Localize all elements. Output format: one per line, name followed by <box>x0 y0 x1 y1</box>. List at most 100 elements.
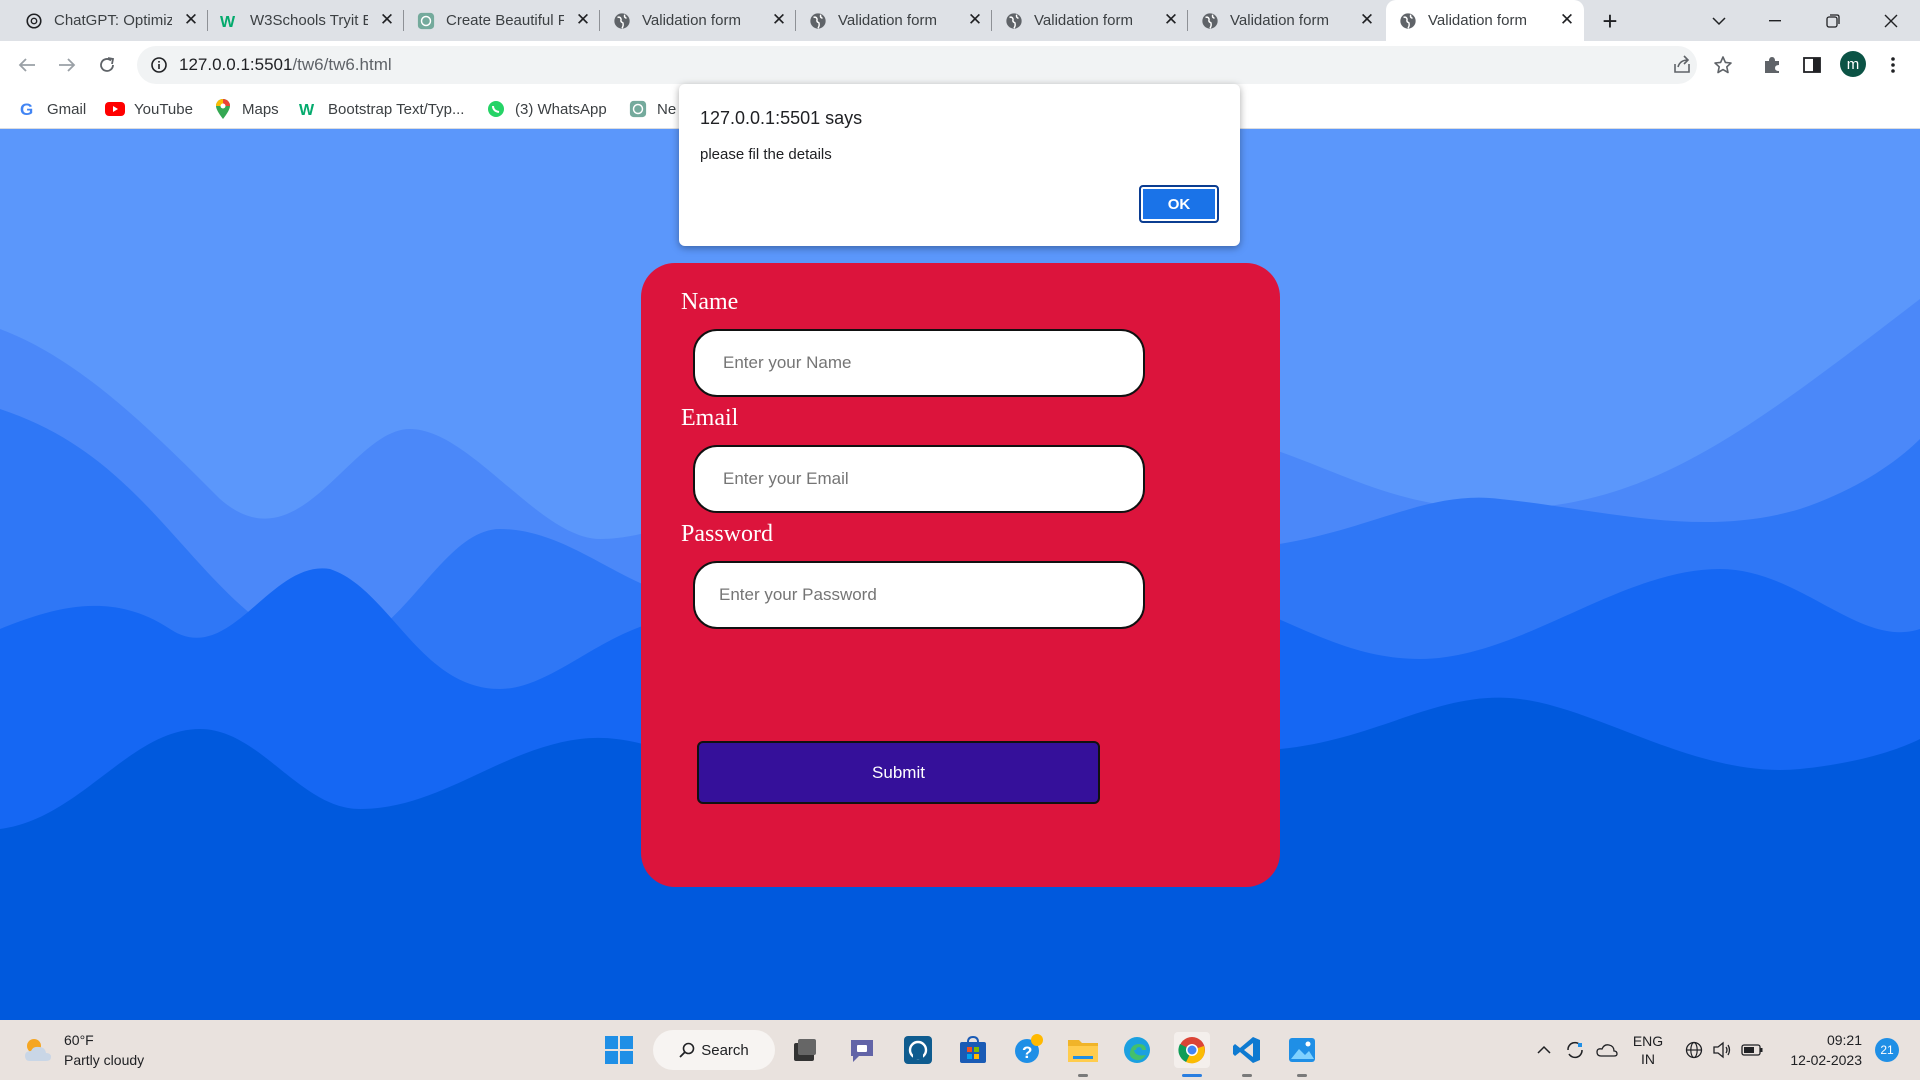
bookmark-label: Ne <box>657 100 677 118</box>
address-bar[interactable]: 127.0.0.1:5501/tw6/tw6.html <box>137 46 1697 84</box>
tab-validation-form[interactable]: Validation form ✕ <box>796 0 992 41</box>
minimize-icon[interactable] <box>1752 0 1798 41</box>
search-icon <box>679 1042 695 1058</box>
weather-text: 60°F Partly cloudy <box>64 1030 144 1070</box>
bookmark-label: (3) WhatsApp <box>515 100 607 118</box>
close-tab-icon[interactable]: ✕ <box>574 10 592 29</box>
language-indicator[interactable]: ENG IN <box>1628 1020 1668 1080</box>
tab-create-beautiful[interactable]: Create Beautiful F ✕ <box>404 0 600 41</box>
battery-icon[interactable] <box>1738 1020 1766 1080</box>
volume-speaker-icon[interactable] <box>1710 1020 1734 1080</box>
windows-start-icon[interactable] <box>601 1032 637 1068</box>
tab-title: Validation form <box>642 12 741 29</box>
password-input[interactable] <box>693 561 1145 629</box>
restore-icon[interactable] <box>1810 0 1856 41</box>
chrome-browser-icon[interactable] <box>1174 1032 1210 1068</box>
bookmark-bootstrap[interactable]: W Bootstrap Text/Typ... <box>299 89 464 129</box>
page-viewport: Name Email Password Submit <box>0 129 1920 1020</box>
submit-button[interactable]: Submit <box>697 741 1100 804</box>
clock[interactable]: 09:21 12-02-2023 <box>1778 1020 1862 1080</box>
get-help-icon[interactable]: ? <box>1010 1032 1046 1068</box>
maps-icon <box>213 99 233 119</box>
search-label: Search <box>701 1041 749 1059</box>
ok-button[interactable]: OK <box>1139 185 1219 223</box>
tab-search-chevron-icon[interactable] <box>1696 0 1742 41</box>
running-indicator <box>1297 1074 1307 1077</box>
tab-title: ChatGPT: Optimiz <box>54 12 172 29</box>
teams-chat-icon[interactable] <box>844 1032 880 1068</box>
weather-widget[interactable]: 60°F Partly cloudy <box>22 1030 144 1070</box>
weather-temp: 60°F <box>64 1032 94 1048</box>
tab-validation-form[interactable]: Validation form ✕ <box>600 0 796 41</box>
w3schools-icon: W <box>299 99 319 119</box>
onedrive-cloud-icon[interactable] <box>1592 1020 1622 1080</box>
w3schools-icon: W <box>220 11 240 31</box>
taskbar-search[interactable]: Search <box>653 1030 775 1070</box>
name-input[interactable] <box>693 329 1145 397</box>
copilot-app-icon[interactable] <box>900 1032 936 1068</box>
notification-badge[interactable]: 21 <box>1872 1020 1902 1080</box>
youtube-icon <box>105 99 125 119</box>
bookmark-gmail[interactable]: G Gmail <box>18 89 86 129</box>
extensions-puzzle-icon[interactable] <box>1758 51 1786 79</box>
microsoft-store-icon[interactable] <box>955 1032 991 1068</box>
close-tab-icon[interactable]: ✕ <box>966 10 984 29</box>
close-window-icon[interactable] <box>1868 0 1914 41</box>
share-icon[interactable] <box>1668 51 1696 79</box>
menu-kebab-icon[interactable] <box>1879 51 1907 79</box>
bookmark-youtube[interactable]: YouTube <box>105 89 193 129</box>
close-tab-icon[interactable]: ✕ <box>378 10 396 29</box>
tab-w3schools[interactable]: W W3Schools Tryit E ✕ <box>208 0 404 41</box>
google-icon: G <box>18 99 38 119</box>
close-tab-icon[interactable]: ✕ <box>1162 10 1180 29</box>
site-info-icon[interactable] <box>149 55 169 75</box>
svg-text:W: W <box>220 14 236 29</box>
vscode-icon[interactable] <box>1229 1032 1265 1068</box>
edge-browser-icon[interactable] <box>1119 1032 1155 1068</box>
tab-title: Validation form <box>1034 12 1133 29</box>
profile-avatar[interactable]: m <box>1840 51 1866 77</box>
bookmark-star-icon[interactable] <box>1709 51 1737 79</box>
globe-icon <box>1200 11 1220 31</box>
running-indicator <box>1078 1074 1088 1077</box>
dialog-message: please fil the details <box>700 146 832 163</box>
clock-date: 12-02-2023 <box>1790 1052 1862 1068</box>
email-input[interactable] <box>693 445 1145 513</box>
photos-app-icon[interactable] <box>1284 1032 1320 1068</box>
bookmark-whatsapp[interactable]: (3) WhatsApp <box>486 89 607 129</box>
notification-count: 21 <box>1875 1038 1899 1062</box>
name-label: Name <box>681 289 739 315</box>
bookmark-openai[interactable]: Ne <box>628 89 676 129</box>
tab-title: Validation form <box>838 12 937 29</box>
globe-icon <box>808 11 828 31</box>
partly-cloudy-icon <box>22 1035 54 1065</box>
close-tab-icon[interactable]: ✕ <box>182 10 200 29</box>
bookmark-maps[interactable]: Maps <box>213 89 279 129</box>
password-label: Password <box>681 521 774 547</box>
task-view-icon[interactable] <box>787 1032 823 1068</box>
file-explorer-icon[interactable] <box>1065 1032 1101 1068</box>
bookmark-label: Gmail <box>47 100 87 118</box>
close-tab-icon[interactable]: ✕ <box>1358 10 1376 29</box>
tab-strip: ChatGPT: Optimiz ✕ W W3Schools Tryit E ✕… <box>0 0 1920 41</box>
side-panel-icon[interactable] <box>1798 51 1826 79</box>
tab-title: Create Beautiful F <box>446 12 564 29</box>
tab-chatgpt[interactable]: ChatGPT: Optimiz ✕ <box>12 0 208 41</box>
tab-validation-form-active[interactable]: Validation form ✕ <box>1386 0 1584 41</box>
weather-desc: Partly cloudy <box>64 1052 145 1068</box>
close-tab-icon[interactable]: ✕ <box>770 10 788 29</box>
forward-arrow-icon[interactable] <box>53 51 81 79</box>
reload-icon[interactable] <box>93 51 121 79</box>
network-globe-icon[interactable] <box>1682 1020 1706 1080</box>
close-tab-icon[interactable]: ✕ <box>1558 10 1576 29</box>
sync-icon[interactable] <box>1562 1020 1588 1080</box>
back-arrow-icon[interactable] <box>13 51 41 79</box>
openai-icon <box>416 11 436 31</box>
new-tab-button[interactable]: + <box>1597 6 1623 36</box>
bookmark-label: Maps <box>242 100 279 118</box>
whatsapp-icon <box>486 99 506 119</box>
tab-validation-form[interactable]: Validation form ✕ <box>1188 0 1384 41</box>
tab-validation-form[interactable]: Validation form ✕ <box>992 0 1188 41</box>
lang-region: IN <box>1641 1051 1655 1067</box>
show-hidden-icons-chevron-icon[interactable] <box>1532 1020 1556 1080</box>
